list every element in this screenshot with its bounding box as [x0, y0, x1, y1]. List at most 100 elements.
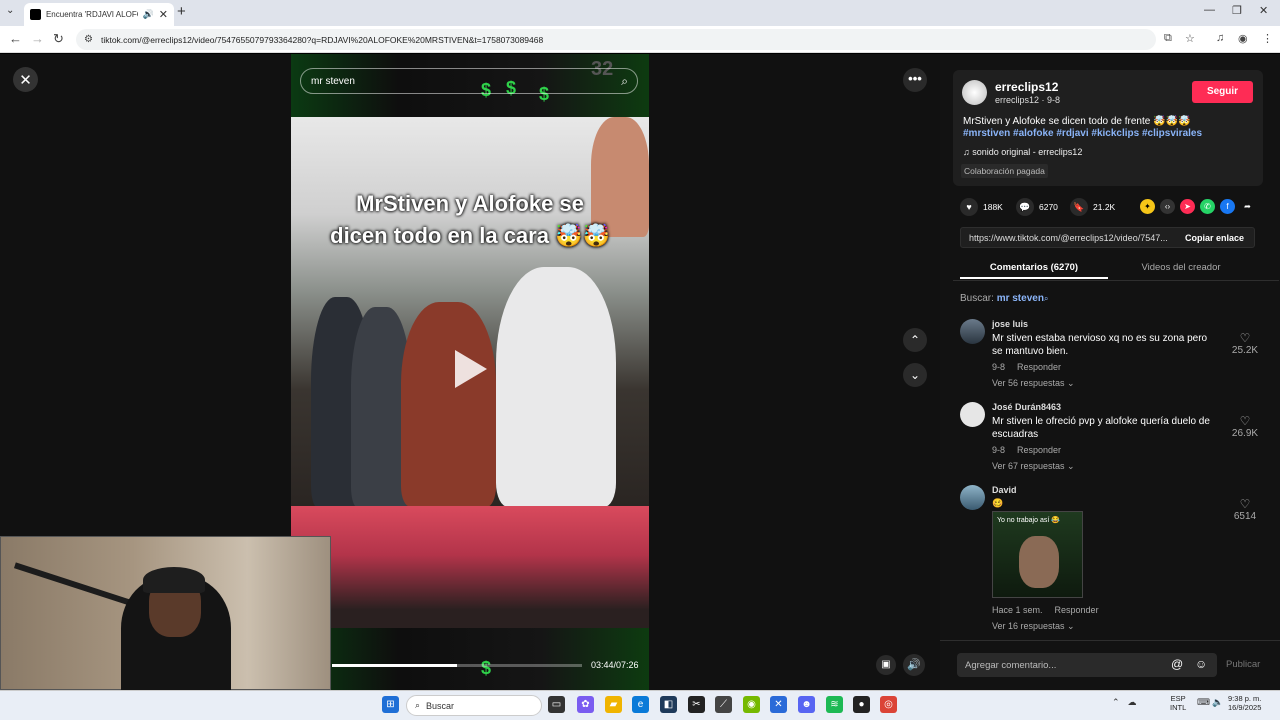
close-video-button[interactable]: ✕ [13, 67, 38, 92]
comment-stat[interactable]: 💬 6270 [1016, 198, 1058, 216]
tab-search-icon[interactable]: ⌄ [6, 5, 14, 16]
search-icon[interactable]: ⌕ [1044, 294, 1048, 303]
input-language[interactable]: ESP INTL [1170, 694, 1186, 712]
taskbar-search[interactable]: ⌕ Buscar [406, 695, 542, 716]
onedrive-icon[interactable]: ☁ [1128, 697, 1137, 708]
copilot-icon[interactable]: ✿ [577, 696, 594, 713]
browser-tab[interactable]: Encuentra 'RDJAVI ALOFOK 🔊 ✕ [24, 3, 174, 26]
video-frame [291, 117, 649, 507]
reply-button[interactable]: Responder [1017, 445, 1061, 455]
share-arrow-icon[interactable]: ➦ [1240, 199, 1255, 214]
commenter-name[interactable]: José Durán8463 [992, 402, 1061, 412]
emoji-picker-icon[interactable]: ☺ [1195, 657, 1207, 671]
coin-icon[interactable]: ✦ [1140, 199, 1155, 214]
reload-button[interactable]: ↻ [53, 31, 64, 47]
video-progress-bar[interactable] [332, 664, 582, 667]
next-video-button[interactable]: ⌄ [903, 363, 927, 387]
search-term[interactable]: mr steven [997, 293, 1044, 304]
like-stat[interactable]: ♥ 188K [960, 198, 1003, 216]
chrome-icon[interactable]: ◎ [880, 696, 897, 713]
previous-video-button[interactable]: ⌃ [903, 328, 927, 352]
comment-icon[interactable]: 💬 [1016, 198, 1034, 216]
back-button[interactable]: ← [9, 31, 22, 46]
save-stat[interactable]: 🔖 21.2K [1070, 198, 1115, 216]
video-hashtags[interactable]: #mrstiven #alofoke #rdjavi #kickclips #c… [963, 128, 1202, 139]
share-link-url[interactable]: https://www.tiktok.com/@erreclips12/vide… [969, 233, 1176, 243]
tab-comments[interactable]: Comentarios (6270) [960, 262, 1108, 273]
follow-button[interactable]: Seguir [1192, 81, 1253, 103]
site-info-icon[interactable]: ⚙ [84, 34, 93, 45]
commenter-avatar[interactable] [960, 485, 985, 510]
chevron-up-icon[interactable]: ⌃ [1112, 697, 1120, 708]
commenter-avatar[interactable] [960, 402, 985, 427]
comment-search[interactable]: Buscar: mr steven⌕ [960, 293, 1048, 304]
bookmark-star-icon[interactable]: ☆ [1185, 32, 1195, 45]
commenter-name[interactable]: jose luis [992, 319, 1028, 329]
address-bar[interactable]: ⚙ tiktok.com/@erreclips12/video/75476550… [76, 29, 1156, 50]
copy-link-button[interactable]: Copiar enlace [1185, 233, 1244, 243]
mention-icon[interactable]: @ [1171, 657, 1183, 671]
sound-link[interactable]: ♫ sonido original - erreclips12 [963, 147, 1082, 157]
restore-button[interactable]: ❐ [1232, 4, 1242, 17]
bookmark-icon[interactable]: 🔖 [1070, 198, 1088, 216]
app-icon[interactable]: ⟋ [715, 696, 732, 713]
reply-button[interactable]: Responder [1055, 605, 1099, 615]
capcut-icon[interactable]: ✂ [688, 696, 705, 713]
creator-username[interactable]: erreclips12 [995, 80, 1058, 94]
heart-outline-icon[interactable]: ♡ [1230, 331, 1260, 345]
reply-button[interactable]: Responder [1017, 362, 1061, 372]
heart-icon[interactable]: ♥ [960, 198, 978, 216]
send-icon[interactable]: ➤ [1180, 199, 1195, 214]
facebook-icon[interactable]: f [1220, 199, 1235, 214]
minimize-button[interactable]: — [1204, 4, 1215, 16]
discord-icon[interactable]: ☻ [798, 696, 815, 713]
video-player[interactable]: $ $ $ 32 MrStiven y Alofoke se dicen tod… [291, 54, 649, 690]
video-search-bar[interactable]: mr steven ⌕ [300, 68, 638, 94]
install-app-icon[interactable]: ⧉ [1164, 32, 1172, 45]
more-options-button[interactable]: ••• [903, 68, 927, 92]
media-control-icon[interactable]: ♫ [1216, 32, 1224, 44]
taskbar-clock[interactable]: 9:38 p. m. 16/9/2025 [1228, 694, 1261, 712]
comment-input[interactable]: Agregar comentario... @ ☺ [957, 653, 1217, 677]
speaker-icon[interactable]: 🔈 [1212, 697, 1223, 708]
volume-button[interactable]: 🔊 [903, 654, 925, 676]
file-explorer-icon[interactable]: ▰ [605, 696, 622, 713]
play-icon[interactable] [455, 350, 487, 388]
nvidia-icon[interactable]: ◉ [743, 696, 760, 713]
close-tab-icon[interactable]: ✕ [159, 8, 168, 21]
view-replies-button[interactable]: Ver 67 respuestas ⌄ [992, 461, 1075, 472]
edge-icon[interactable]: e [632, 696, 649, 713]
commenter-name[interactable]: David [992, 485, 1017, 495]
comment-gif[interactable]: Yo no trabajo así 😂 [992, 511, 1083, 598]
spotify-icon[interactable]: ≋ [826, 696, 843, 713]
picture-in-picture-button[interactable]: ▣ [876, 655, 896, 675]
creator-avatar[interactable] [962, 80, 987, 105]
network-icon[interactable]: ⌨ [1197, 697, 1210, 708]
tab-creator-videos[interactable]: Videos del creador [1108, 262, 1254, 273]
search-icon[interactable]: ⌕ [621, 74, 628, 89]
heart-outline-icon[interactable]: ♡ [1230, 414, 1260, 428]
menu-icon[interactable]: ⋮ [1262, 32, 1273, 45]
view-replies-button[interactable]: Ver 56 respuestas ⌄ [992, 378, 1075, 389]
store-icon[interactable]: ◧ [660, 696, 677, 713]
embed-icon[interactable]: ‹› [1160, 199, 1175, 214]
comment-like[interactable]: ♡ 25.2K [1230, 331, 1260, 356]
whatsapp-icon[interactable]: ✆ [1200, 199, 1215, 214]
gif-caption: Yo no trabajo así 😂 [997, 517, 1060, 524]
comment-like[interactable]: ♡ 6514 [1230, 497, 1260, 522]
new-tab-button[interactable]: + [177, 3, 186, 20]
task-view-icon[interactable]: ▭ [548, 696, 565, 713]
app-icon[interactable]: ✕ [770, 696, 787, 713]
commenter-avatar[interactable] [960, 319, 985, 344]
forward-button[interactable]: → [31, 31, 44, 46]
view-replies-button[interactable]: Ver 16 respuestas ⌄ [992, 621, 1075, 632]
close-window-button[interactable]: ✕ [1259, 4, 1268, 17]
heart-outline-icon[interactable]: ♡ [1230, 497, 1260, 511]
publish-button[interactable]: Publicar [1226, 659, 1260, 670]
start-icon[interactable]: ⊞ [382, 696, 399, 713]
video-bottom-band: $ $ [291, 628, 649, 690]
profile-icon[interactable]: ◉ [1238, 32, 1248, 45]
obs-icon[interactable]: ● [853, 696, 870, 713]
comment-like[interactable]: ♡ 26.9K [1230, 414, 1260, 439]
audio-playing-icon[interactable]: 🔊 [143, 9, 154, 20]
